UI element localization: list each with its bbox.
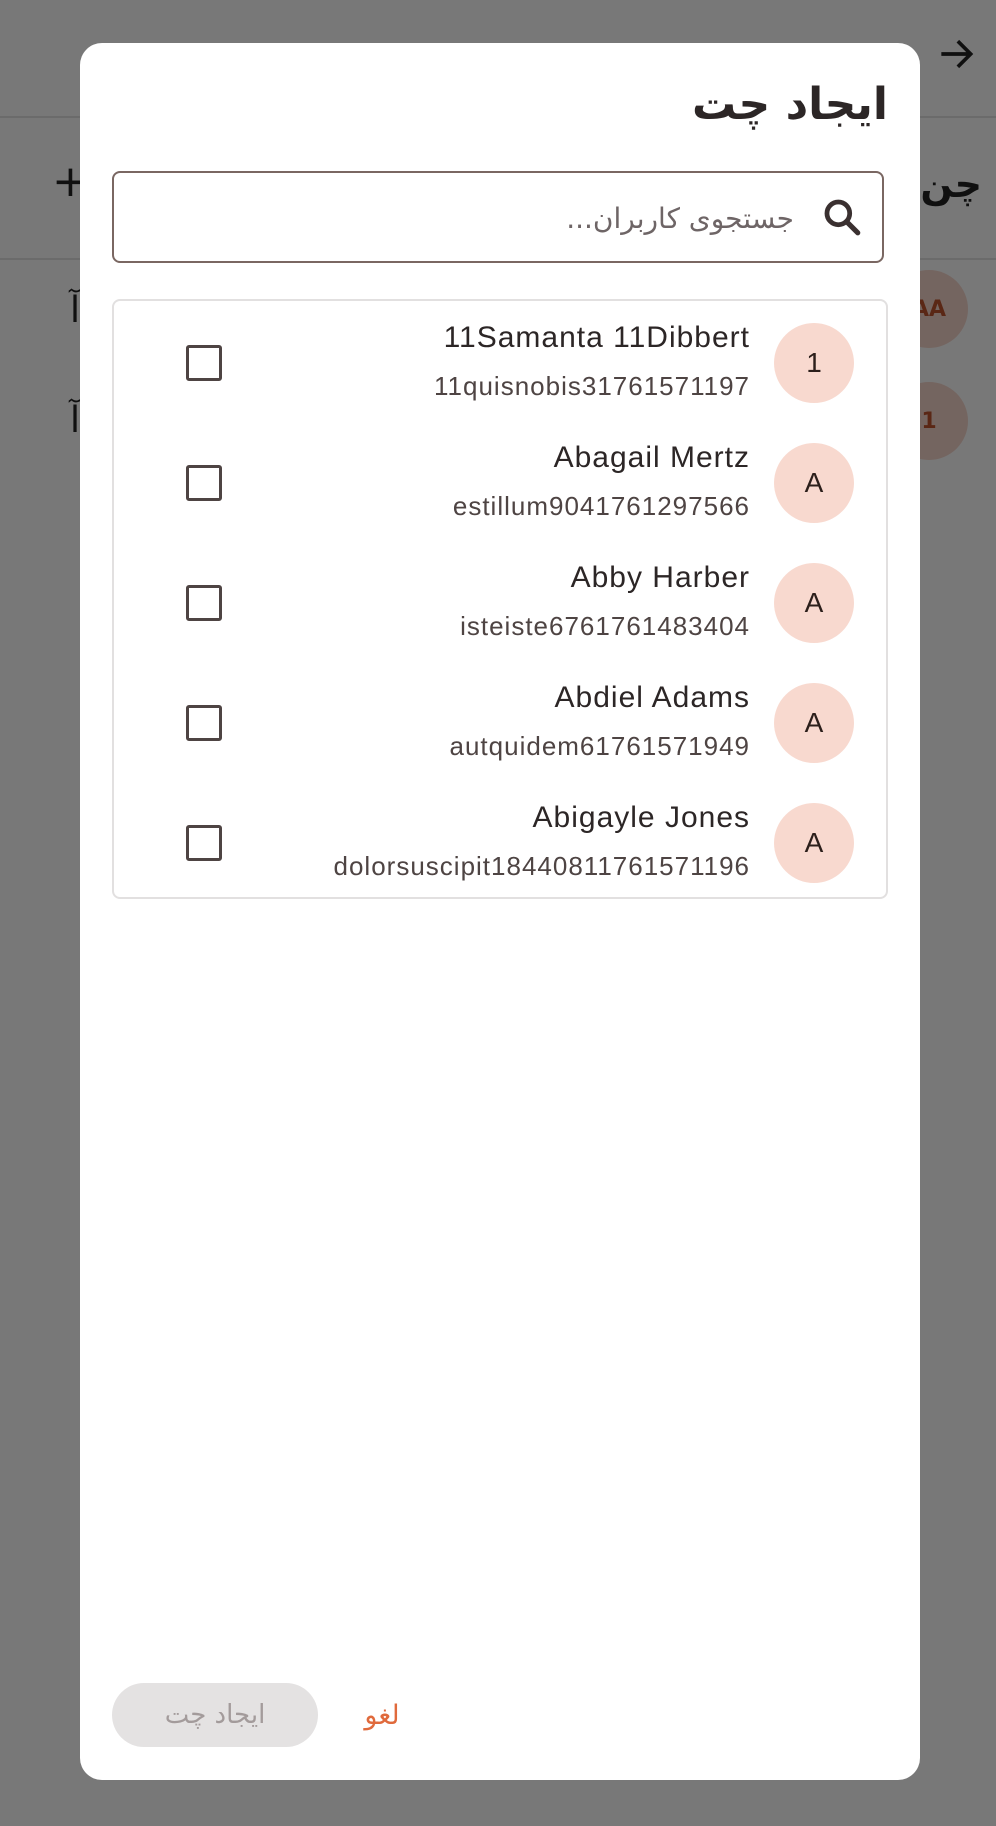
user-row[interactable]: A Abigayle Jones dolorsuscipit1844081176… — [114, 783, 886, 903]
user-list: 1 11Samanta 11Dibbert 11quisnobis3176157… — [112, 299, 888, 899]
user-row[interactable]: A Abagail Mertz estillum9041761297566 — [114, 423, 886, 543]
user-name: 11Samanta 11Dibbert — [443, 321, 750, 354]
user-name: Abdiel Adams — [554, 681, 750, 714]
user-username: 11quisnobis31761571197 — [434, 371, 750, 401]
user-name: Abagail Mertz — [553, 441, 750, 474]
select-checkbox[interactable] — [186, 585, 222, 621]
search-field[interactable] — [112, 171, 884, 263]
search-icon — [824, 199, 861, 236]
create-chat-dialog: ایجاد چت 1 11Samanta 11Dibbert 11quisnob… — [80, 43, 920, 1780]
select-checkbox[interactable] — [186, 705, 222, 741]
avatar: A — [774, 683, 854, 763]
user-username: estillum9041761297566 — [452, 491, 750, 521]
dialog-title: ایجاد چت — [691, 79, 888, 130]
avatar: A — [774, 563, 854, 643]
user-name: Abigayle Jones — [532, 801, 750, 834]
cancel-button[interactable]: لغو — [342, 1683, 422, 1747]
select-checkbox[interactable] — [186, 465, 222, 501]
user-username: dolorsuscipit18440811761571196 — [333, 851, 750, 881]
create-chat-button[interactable]: ایجاد چت — [112, 1683, 318, 1747]
user-username: isteiste6761761483404 — [460, 611, 750, 641]
user-row[interactable]: 1 11Samanta 11Dibbert 11quisnobis3176157… — [114, 303, 886, 423]
user-name: Abby Harber — [570, 561, 750, 594]
select-checkbox[interactable] — [186, 345, 222, 381]
avatar: A — [774, 803, 854, 883]
avatar: 1 — [774, 323, 854, 403]
avatar: A — [774, 443, 854, 523]
user-row[interactable]: A Abby Harber isteiste6761761483404 — [114, 543, 886, 663]
select-checkbox[interactable] — [186, 825, 222, 861]
user-row[interactable]: A Abdiel Adams autquidem61761571949 — [114, 663, 886, 783]
user-username: autquidem61761571949 — [449, 731, 750, 761]
search-input[interactable] — [152, 189, 796, 247]
